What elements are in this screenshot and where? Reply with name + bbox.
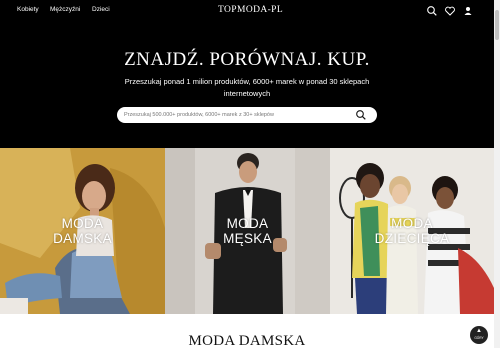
arrow-up-icon: ▲: [476, 328, 482, 334]
user-icon[interactable]: [462, 5, 474, 17]
category-kids-label: MODA DZIECIĘCA: [330, 216, 494, 246]
top-nav: Kobiety Mężczyźni Dzieci TOPMODA-PL: [0, 0, 494, 22]
hero-title: ZNAJDŹ. PORÓWNAJ. KUP.: [124, 49, 370, 70]
category-kids-line2: DZIECIĘCA: [374, 231, 450, 246]
search-input[interactable]: [124, 109, 349, 121]
search-icon[interactable]: [426, 5, 438, 17]
category-men[interactable]: MODA MĘSKA: [165, 148, 330, 314]
category-women-label: MODA DAMSKA: [0, 216, 165, 246]
women-section: MODA DAMSKA ▲ GÓRY: [0, 314, 494, 348]
category-women[interactable]: MODA DAMSKA: [0, 148, 165, 314]
category-men-line1: MODA: [226, 216, 269, 231]
nav-link-kobiety[interactable]: Kobiety: [17, 6, 39, 13]
nav-link-dzieci[interactable]: Dzieci: [92, 6, 110, 13]
nav-link-mezczyzni[interactable]: Mężczyźni: [50, 6, 80, 13]
heart-icon[interactable]: [444, 5, 456, 17]
category-women-line2: DAMSKA: [53, 231, 112, 246]
scrollbar-thumb[interactable]: [495, 10, 499, 40]
category-kids-line1: MODA: [391, 216, 433, 231]
back-to-top-label: GÓRY: [474, 336, 484, 340]
site-logo[interactable]: TOPMODA-PL: [218, 5, 283, 15]
search-submit-icon[interactable]: [355, 109, 367, 121]
hero-section: ZNAJDŹ. PORÓWNAJ. KUP. Przeszukaj ponad …: [0, 22, 494, 148]
page-scrollbar[interactable]: [494, 0, 500, 348]
category-kids[interactable]: MODA DZIECIĘCA: [330, 148, 494, 314]
category-men-label: MODA MĘSKA: [165, 216, 330, 246]
section-title: MODA DAMSKA: [188, 333, 306, 348]
hero-subtitle: Przeszukaj ponad 1 milion produktów, 600…: [124, 77, 370, 98]
search-bar: [117, 107, 377, 123]
category-panels: MODA DAMSKA MODA MĘSKA MODA DZIECIĘCA: [0, 148, 494, 314]
category-men-line2: MĘSKA: [223, 231, 272, 246]
back-to-top-button[interactable]: ▲ GÓRY: [470, 326, 488, 344]
category-women-line1: MODA: [61, 216, 104, 231]
